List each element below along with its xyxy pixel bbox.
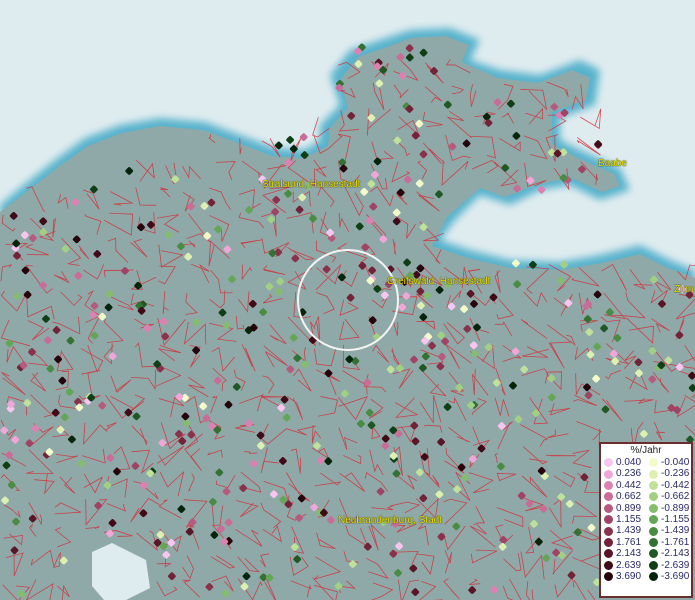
legend-swatch xyxy=(604,537,613,547)
legend-swatch xyxy=(604,560,613,570)
legend-swatch xyxy=(604,503,613,513)
legend-entry-positive: 1.439 xyxy=(601,525,646,536)
legend-row: 0.899 -0.899 xyxy=(601,503,691,514)
legend-entry-negative: -0.236 xyxy=(646,468,691,479)
city-label-greifswald: Greifswald, Hansestadt xyxy=(387,276,491,287)
legend-value: 2.639 xyxy=(616,559,642,571)
legend-entry-negative: -3.690 xyxy=(646,571,691,582)
legend-entry-negative: -0.442 xyxy=(646,480,691,491)
legend-swatch xyxy=(649,526,658,536)
legend-value: 1.439 xyxy=(616,525,642,537)
legend-entry-negative: -2.143 xyxy=(646,548,691,559)
legend-value: -2.639 xyxy=(661,559,690,571)
legend-value: -3.690 xyxy=(661,570,690,582)
legend-entry-positive: 0.040 xyxy=(601,457,646,468)
legend-entry-positive: 0.662 xyxy=(601,491,646,502)
legend-entry-positive: 3.690 xyxy=(601,571,646,582)
legend-value: -2.143 xyxy=(661,548,690,560)
city-label-baabe: Baabe xyxy=(598,158,627,169)
city-label-neubrandenburg: Neubrandenburg, Stadt xyxy=(338,515,442,526)
legend-value: 0.442 xyxy=(616,479,642,491)
legend-swatch xyxy=(604,572,613,582)
legend-value: -0.442 xyxy=(661,479,690,491)
legend-row: 0.662 -0.662 xyxy=(601,491,691,502)
legend-entry-positive: 1.761 xyxy=(601,537,646,548)
legend-entry-positive: 2.143 xyxy=(601,548,646,559)
legend-row: 1.439 -1.439 xyxy=(601,525,691,536)
legend-value: 0.899 xyxy=(616,502,642,514)
legend-swatch xyxy=(604,469,613,479)
legend-value: 2.143 xyxy=(616,548,642,560)
legend-swatch xyxy=(649,549,658,559)
legend-row: 3.690 -3.690 xyxy=(601,571,691,582)
legend-row: 2.143 -2.143 xyxy=(601,548,691,559)
legend-row: 0.442 -0.442 xyxy=(601,480,691,491)
legend-swatch xyxy=(604,515,613,525)
legend-value: -1.439 xyxy=(661,525,690,537)
legend-row: 0.236 -0.236 xyxy=(601,468,691,479)
legend-value: 0.040 xyxy=(616,457,642,468)
legend-swatch xyxy=(649,458,658,468)
legend-entry-negative: -1.155 xyxy=(646,514,691,525)
legend-entry-positive: 0.899 xyxy=(601,503,646,514)
legend-rows: 0.040 -0.040 0.236 -0.236 0.442 -0.442 0.662 -0… xyxy=(601,457,691,582)
legend-row: 2.639 -2.639 xyxy=(601,560,691,571)
legend-entry-negative: -1.439 xyxy=(646,525,691,536)
legend-entry-negative: -2.639 xyxy=(646,560,691,571)
legend-row: 1.155 -1.155 xyxy=(601,514,691,525)
legend-entry-positive: 1.155 xyxy=(601,514,646,525)
legend-value: 0.236 xyxy=(616,468,642,480)
legend-entry-positive: 2.639 xyxy=(601,560,646,571)
legend-value: 3.690 xyxy=(616,570,642,582)
legend-value: -1.155 xyxy=(661,513,690,525)
legend-swatch xyxy=(604,458,613,468)
legend-swatch xyxy=(649,480,658,490)
legend-value: -0.899 xyxy=(661,502,690,514)
legend-entry-negative: -1.761 xyxy=(646,537,691,548)
legend-entry-positive: 0.236 xyxy=(601,468,646,479)
map-canvas[interactable] xyxy=(0,0,695,600)
legend-swatch xyxy=(649,515,658,525)
legend-swatch xyxy=(604,526,613,536)
legend-swatch xyxy=(649,537,658,547)
legend-value: -0.040 xyxy=(661,457,690,468)
legend-entry-negative: -0.662 xyxy=(646,491,691,502)
legend-swatch xyxy=(649,469,658,479)
legend-value: 1.761 xyxy=(616,536,642,548)
legend-swatch xyxy=(649,572,658,582)
legend-swatch xyxy=(604,480,613,490)
legend-row: 1.761 -1.761 xyxy=(601,537,691,548)
legend-value: 1.155 xyxy=(616,513,642,525)
legend-swatch xyxy=(649,492,658,502)
legend-value: -0.236 xyxy=(661,468,690,480)
legend-value: 0.662 xyxy=(616,491,642,503)
legend-entry-positive: 0.442 xyxy=(601,480,646,491)
legend-entry-negative: -0.899 xyxy=(646,503,691,514)
legend-title: %/Jahr xyxy=(630,445,662,456)
legend: %/Jahr 0.040 -0.040 0.236 -0.236 0.442 -0.442… xyxy=(599,442,693,598)
legend-entry-negative: -0.040 xyxy=(646,457,691,468)
legend-row: 0.040 -0.040 xyxy=(601,457,691,468)
legend-value: -1.761 xyxy=(661,536,690,548)
legend-swatch xyxy=(649,560,658,570)
map-view[interactable]: Stralsund, Hansestadt Greifswald, Hanses… xyxy=(0,0,695,600)
legend-swatch xyxy=(604,492,613,502)
legend-swatch xyxy=(649,503,658,513)
city-label-zinnowitz: Zinn xyxy=(674,284,694,295)
city-label-stralsund: Stralsund, Hansestadt xyxy=(262,179,361,190)
legend-swatch xyxy=(604,549,613,559)
legend-value: -0.662 xyxy=(661,491,690,503)
